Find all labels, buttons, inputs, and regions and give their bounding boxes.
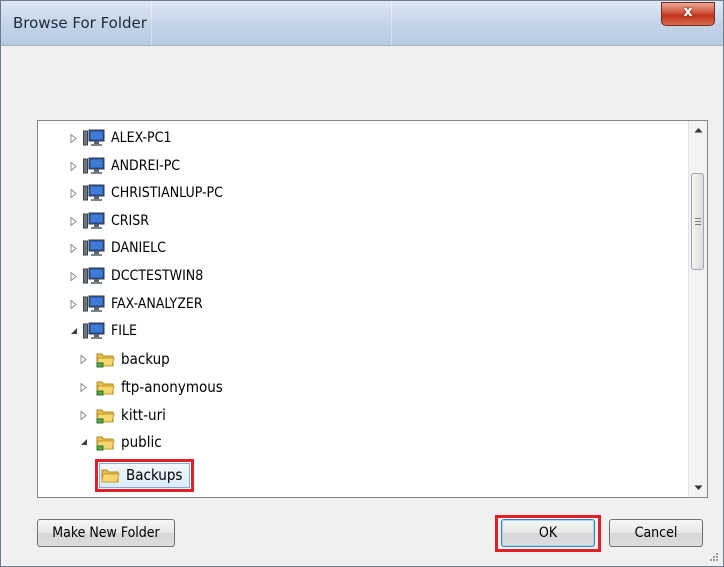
highlight-outline	[495, 515, 601, 552]
tree-item-label: DANIELC	[111, 240, 166, 256]
expand-arrow-icon[interactable]	[68, 264, 80, 288]
shared-folder-icon	[96, 353, 115, 368]
browse-for-folder-dialog: Browse For Folder x ALEX-PC1 ANDREI-PC C…	[0, 0, 724, 567]
expand-arrow-icon[interactable]	[68, 236, 80, 260]
tree-item-label: public	[121, 433, 162, 451]
expand-arrow-icon[interactable]	[78, 403, 90, 427]
folder-tree[interactable]: ALEX-PC1 ANDREI-PC CHRISTIANLUP-PC CRISR…	[37, 120, 708, 498]
close-button[interactable]: x	[661, 2, 715, 26]
scroll-up-button[interactable]	[689, 121, 707, 139]
dialog-title: Browse For Folder	[13, 14, 147, 32]
tree-item-ftp-anonymous[interactable]: ftp-anonymous	[78, 375, 223, 399]
network-computer-icon	[83, 212, 105, 229]
shared-folder-icon	[96, 409, 115, 424]
expand-arrow-icon[interactable]	[68, 154, 80, 178]
tree-item-partial[interactable]	[92, 491, 117, 498]
title-bar[interactable]: Browse For Folder x	[1, 1, 723, 46]
background-glass-blur	[391, 1, 502, 45]
network-computer-icon	[83, 295, 105, 312]
network-computer-icon	[83, 322, 105, 339]
tree-item-andrei-pc[interactable]: ANDREI-PC	[68, 154, 180, 178]
network-computer-icon	[83, 129, 105, 146]
tree-item-fax-analyzer[interactable]: FAX-ANALYZER	[68, 292, 203, 316]
cancel-button[interactable]: Cancel	[609, 519, 703, 547]
network-computer-icon	[83, 184, 105, 201]
network-computer-icon	[83, 267, 105, 284]
tree-item-dcctestwin8[interactable]: DCCTESTWIN8	[68, 264, 203, 288]
resize-grip-icon[interactable]	[709, 552, 719, 562]
tree-item-label: FILE	[111, 323, 137, 339]
expand-arrow-icon[interactable]	[78, 375, 90, 399]
tree-item-label: kitt-uri	[121, 406, 166, 424]
network-computer-icon	[83, 157, 105, 174]
scroll-down-arrow-icon	[694, 485, 702, 490]
network-computer-icon	[83, 239, 105, 256]
expand-arrow-icon[interactable]	[68, 181, 80, 205]
tree-item-label: FAX-ANALYZER	[111, 296, 203, 312]
tree-item-label: ftp-anonymous	[121, 378, 223, 396]
tree-item-label: backup	[121, 350, 170, 368]
tree-item-danielc[interactable]: DANIELC	[68, 236, 166, 260]
collapse-arrow-icon[interactable]	[68, 319, 80, 343]
expand-arrow-icon[interactable]	[68, 209, 80, 233]
tree-item-alex-pc1[interactable]: ALEX-PC1	[68, 126, 171, 150]
tree-item-label: CRISR	[111, 213, 150, 229]
collapse-arrow-icon[interactable]	[78, 430, 90, 454]
expand-arrow-icon[interactable]	[68, 292, 80, 316]
tree-item-backup[interactable]: backup	[78, 347, 170, 371]
tree-item-label: ALEX-PC1	[111, 130, 172, 146]
make-new-folder-button[interactable]: Make New Folder	[37, 519, 175, 547]
scroll-up-arrow-icon	[694, 128, 702, 133]
tree-item-label: CHRISTIANLUP-PC	[111, 185, 223, 201]
scrollbar-thumb[interactable]	[691, 173, 704, 270]
close-icon: x	[683, 4, 693, 20]
expand-arrow-icon[interactable]	[78, 347, 90, 371]
tree-item-label: ANDREI-PC	[111, 158, 181, 174]
vertical-scrollbar[interactable]	[688, 121, 707, 497]
tree-item-kitt-uri[interactable]: kitt-uri	[78, 403, 166, 427]
tree-item-public[interactable]: public	[78, 430, 162, 454]
tree-item-file[interactable]: FILE	[68, 319, 137, 343]
scroll-down-button[interactable]	[689, 479, 707, 497]
tree-item-christianlup-pc[interactable]: CHRISTIANLUP-PC	[68, 181, 223, 205]
tree-item-label: DCCTESTWIN8	[111, 268, 204, 284]
highlight-outline	[95, 459, 194, 492]
tree-item-crisr[interactable]: CRISR	[68, 209, 149, 233]
shared-folder-icon	[96, 381, 115, 396]
expand-arrow-icon[interactable]	[68, 126, 80, 150]
shared-folder-icon	[96, 436, 115, 451]
background-glass-blur	[151, 1, 242, 45]
folder-icon	[97, 494, 117, 498]
